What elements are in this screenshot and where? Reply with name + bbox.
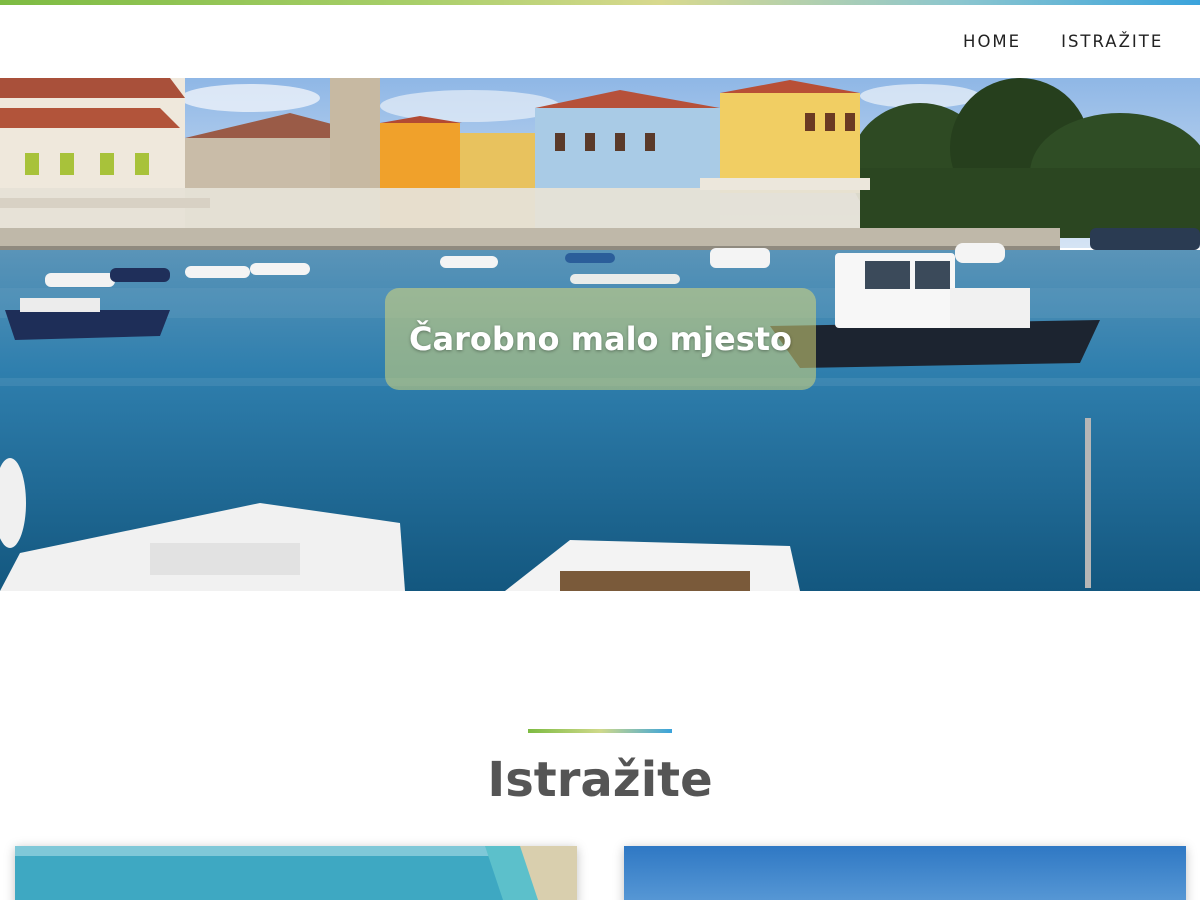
hero-banner: Čarobno malo mjesto <box>0 78 1200 591</box>
main-nav: HOME ISTRAŽITE D <box>923 5 1200 78</box>
beach-photo <box>15 846 577 900</box>
section-divider <box>528 729 672 733</box>
nav-item-istrazite[interactable]: ISTRAŽITE <box>1061 32 1163 51</box>
explore-card-beach[interactable] <box>15 846 577 900</box>
sky-photo <box>624 846 1186 900</box>
site-header: HOME ISTRAŽITE D <box>0 5 1200 78</box>
section-title: Istražite <box>487 752 713 808</box>
hero-caption-box: Čarobno malo mjesto <box>385 288 816 390</box>
hero-caption: Čarobno malo mjesto <box>408 320 793 358</box>
explore-card-sky[interactable] <box>624 846 1186 900</box>
nav-item-home[interactable]: HOME <box>963 32 1021 51</box>
